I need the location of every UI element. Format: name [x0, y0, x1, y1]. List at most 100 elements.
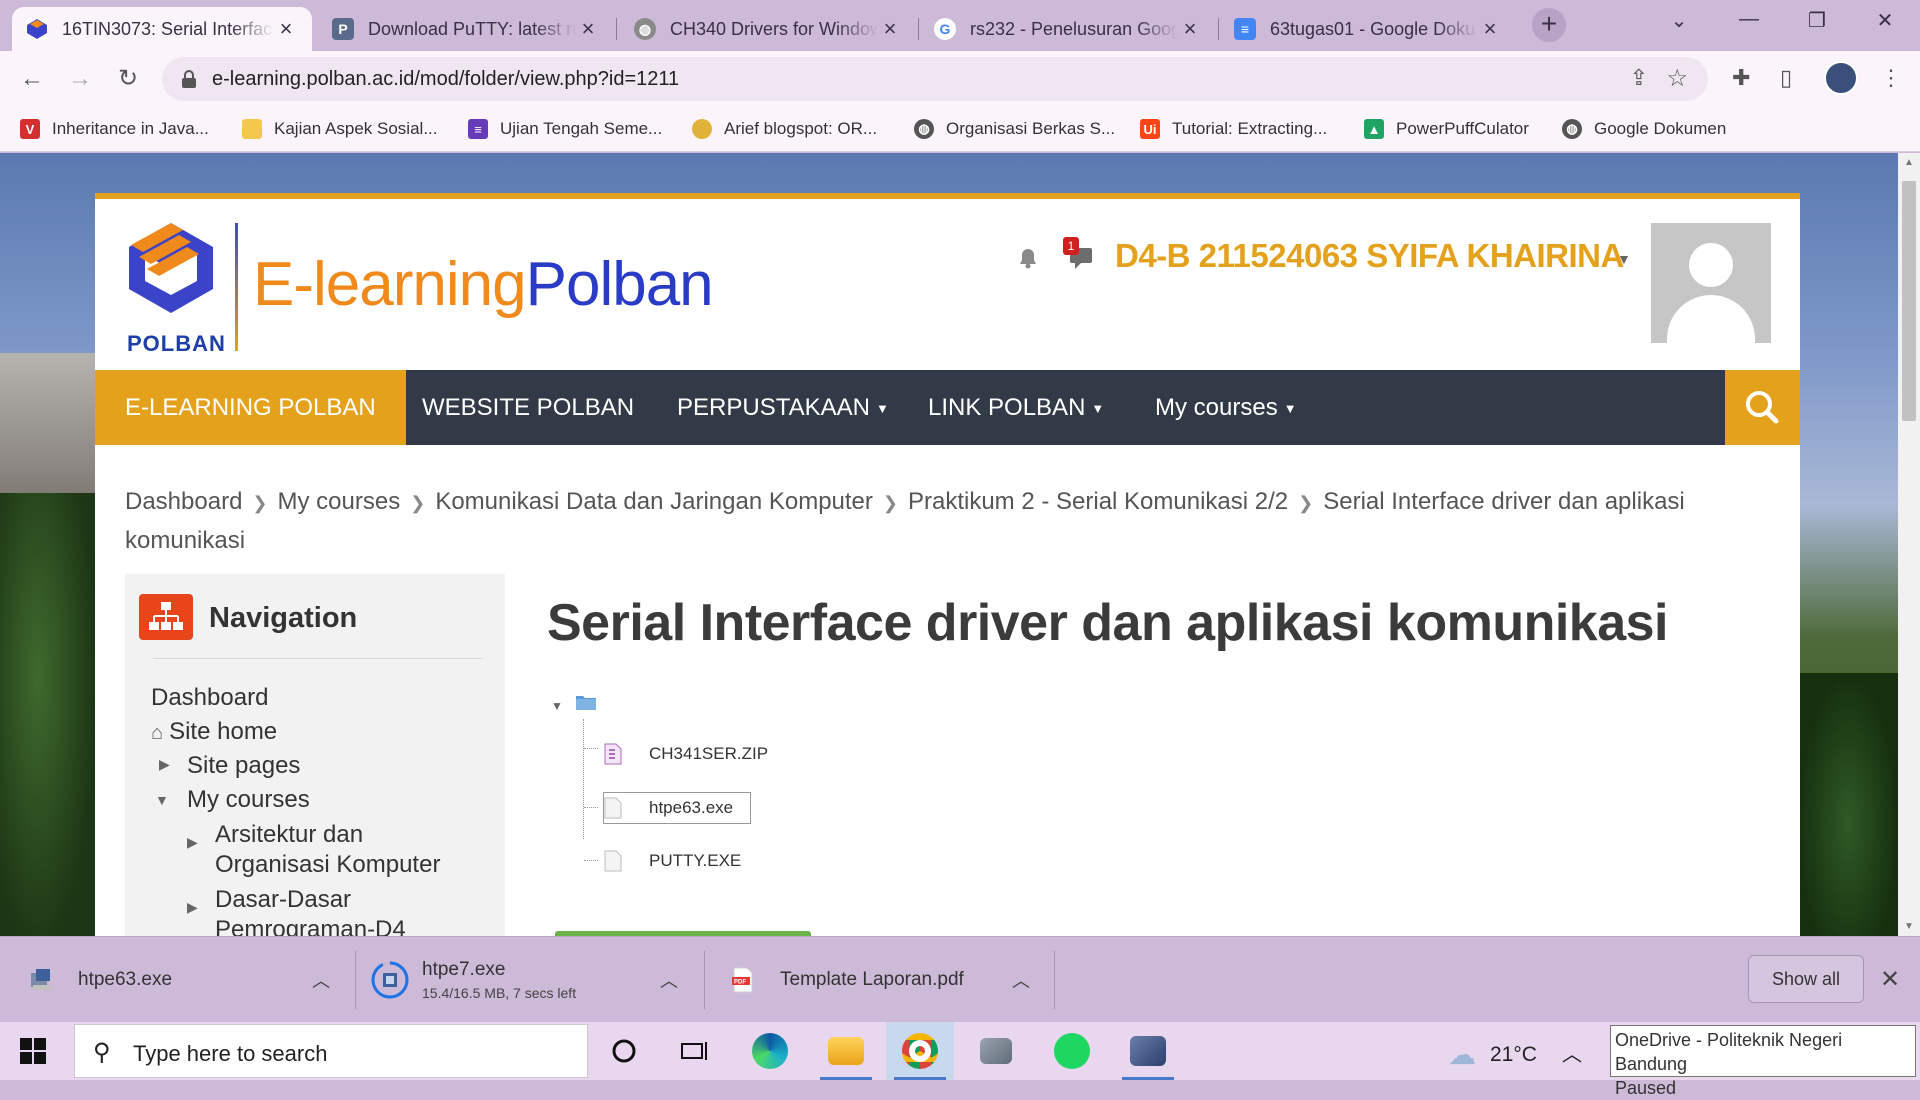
close-tab-icon[interactable]: ×: [576, 16, 600, 42]
nav-website-polban[interactable]: WEBSITE POLBAN: [422, 370, 634, 445]
logo-polban-text: POLBAN: [127, 331, 226, 356]
tab-title: Download PuTTY: latest re: [368, 18, 576, 39]
user-menu[interactable]: D4-B 211524063 SYIFA KHAIRINA: [1115, 237, 1624, 275]
tab-elearning[interactable]: 16TIN3073: Serial Interface ×: [12, 7, 312, 51]
nav-item-label: Arsitektur dan: [215, 821, 364, 848]
back-icon[interactable]: ←: [16, 63, 48, 95]
putty-taskbar-icon[interactable]: [1114, 1022, 1182, 1080]
breadcrumb-item[interactable]: Praktikum 2 - Serial Komunikasi 2/2: [908, 488, 1288, 515]
breadcrumb-item[interactable]: Komunikasi Data dan Jaringan Komputer: [435, 488, 873, 515]
download-item[interactable]: PDF Template Laporan.pdf ︿: [730, 937, 1050, 1023]
tab-google-search[interactable]: G rs232 - Penelusuran Goog ×: [920, 7, 1216, 51]
forward-icon[interactable]: →: [64, 63, 96, 95]
tab-title: rs232 - Penelusuran Goog: [970, 18, 1178, 39]
close-tab-icon[interactable]: ×: [1178, 16, 1202, 42]
bookmark-item[interactable]: ◍ Google Dokumen: [1562, 116, 1726, 142]
weather-widget[interactable]: ☁ 21°C: [1448, 1038, 1537, 1071]
download-item[interactable]: htpe7.exe 15.4/16.5 MB, 7 secs left ︿: [370, 937, 690, 1023]
cloud-icon: ☁: [1448, 1039, 1476, 1070]
tab-search-icon[interactable]: ⌄: [1662, 8, 1696, 38]
bookmark-item[interactable]: ▲ PowerPuffCulator: [1364, 116, 1529, 142]
bookmark-item[interactable]: ◍ Organisasi Berkas S...: [914, 116, 1115, 142]
close-tab-icon[interactable]: ×: [1478, 16, 1502, 42]
chevron-up-icon[interactable]: ︿: [660, 967, 678, 993]
minimize-icon[interactable]: —: [1732, 8, 1766, 38]
share-icon[interactable]: ⇪: [1630, 65, 1648, 91]
profile-avatar[interactable]: [1824, 61, 1858, 95]
chevron-up-icon[interactable]: ︿: [312, 967, 330, 993]
breadcrumb-item[interactable]: Dashboard: [125, 488, 242, 515]
file-item[interactable]: PUTTY.EXE: [603, 846, 741, 876]
bookmark-item[interactable]: ≡ Ujian Tengah Seme...: [468, 116, 662, 142]
bookmark-item[interactable]: Ui Tutorial: Extracting...: [1140, 116, 1327, 142]
reload-icon[interactable]: ↻: [112, 63, 144, 95]
caret-down-icon[interactable]: ▼: [155, 792, 169, 808]
device-manager-icon[interactable]: [962, 1022, 1030, 1080]
windows-start-icon[interactable]: [20, 1038, 46, 1064]
caret-right-icon[interactable]: ▶: [187, 899, 198, 916]
search-button[interactable]: [1725, 370, 1800, 445]
caret-down-icon[interactable]: ▼: [551, 699, 563, 713]
show-all-button[interactable]: Show all: [1748, 955, 1864, 1003]
caret-right-icon[interactable]: ▶: [159, 756, 170, 773]
putty-icon: P: [332, 18, 354, 40]
bookmark-star-icon[interactable]: ☆: [1666, 64, 1688, 93]
menu-icon[interactable]: ⋮: [1880, 65, 1902, 91]
chevron-right-icon: ❯: [882, 493, 898, 513]
nav-item-site-pages[interactable]: Site pages: [187, 752, 300, 780]
bookmark-item[interactable]: Arief blogspot: OR...: [692, 116, 877, 142]
close-tab-icon[interactable]: ×: [878, 16, 902, 42]
user-avatar[interactable]: [1651, 223, 1771, 343]
chrome-icon[interactable]: [886, 1022, 954, 1080]
close-window-icon[interactable]: ✕: [1868, 8, 1902, 38]
tab-google-docs[interactable]: ≡ 63tugas01 - Google Doku ×: [1220, 7, 1516, 51]
scrollbar-thumb[interactable]: [1902, 181, 1916, 421]
taskbar-search[interactable]: ⚲ Type here to search: [74, 1024, 588, 1078]
nav-perpustakaan[interactable]: PERPUSTAKAAN ▼: [677, 370, 889, 445]
close-icon[interactable]: ✕: [1880, 965, 1900, 994]
zip-file-icon: [604, 743, 622, 765]
browser-toolbar: ← → ↻ e-learning.polban.ac.id/mod/folder…: [0, 51, 1920, 107]
spotify-icon[interactable]: [1038, 1022, 1106, 1080]
chevron-up-icon[interactable]: ︿: [1562, 1038, 1582, 1067]
file-item[interactable]: CH341SER.ZIP: [603, 739, 768, 769]
tooltip-line: OneDrive - Politeknik Negeri Bandung: [1615, 1030, 1843, 1074]
bookmark-item[interactable]: V Inheritance in Java...: [20, 116, 209, 142]
nav-item-course-arsitektur[interactable]: Arsitektur dan Organisasi Komputer: [215, 820, 440, 880]
side-panel-icon[interactable]: ▯: [1780, 65, 1792, 91]
address-bar[interactable]: e-learning.polban.ac.id/mod/folder/view.…: [162, 57, 1708, 101]
cortana-icon[interactable]: [590, 1022, 658, 1080]
bookmark-label: Ujian Tengah Seme...: [500, 119, 663, 138]
file-item[interactable]: htpe63.exe: [603, 793, 733, 823]
nav-my-courses[interactable]: My courses ▼: [1155, 370, 1297, 445]
chevron-up-icon[interactable]: ︿: [1012, 967, 1030, 993]
restore-icon[interactable]: ❐: [1800, 8, 1834, 38]
bookmark-item[interactable]: Kajian Aspek Sosial...: [242, 116, 437, 142]
extensions-icon[interactable]: ✚: [1732, 65, 1750, 91]
breadcrumb-item[interactable]: My courses: [278, 488, 401, 515]
nav-item-dashboard[interactable]: Dashboard: [151, 684, 268, 712]
tab-ch340[interactable]: ◍ CH340 Drivers for Window ×: [620, 7, 916, 51]
edge-icon[interactable]: [736, 1022, 804, 1080]
scroll-up-icon[interactable]: ▲: [1898, 157, 1920, 168]
site-logo-text[interactable]: E-learningPolban: [253, 249, 714, 320]
new-tab-button[interactable]: +: [1532, 8, 1566, 42]
close-tab-icon[interactable]: ×: [274, 16, 298, 42]
caret-right-icon[interactable]: ▶: [187, 834, 198, 851]
tab-putty[interactable]: P Download PuTTY: latest re ×: [318, 7, 614, 51]
nav-item-site-home[interactable]: ⌂ Site home: [151, 718, 277, 746]
download-item[interactable]: htpe63.exe ︿: [28, 937, 338, 1023]
page-scrollbar[interactable]: ▲ ▼: [1898, 153, 1920, 936]
nav-elearning-polban[interactable]: E-LEARNING POLBAN: [95, 370, 406, 445]
caret-down-icon: ▼: [1283, 401, 1297, 417]
chevron-down-icon[interactable]: ▼: [1617, 251, 1631, 267]
task-view-icon[interactable]: [660, 1022, 728, 1080]
tab-divider: [918, 18, 919, 40]
file-explorer-icon[interactable]: [812, 1022, 880, 1080]
nav-link-polban[interactable]: LINK POLBAN ▼: [928, 370, 1104, 445]
scroll-down-icon[interactable]: ▼: [1898, 921, 1920, 932]
folder-icon[interactable]: [575, 693, 597, 711]
nav-item-my-courses[interactable]: My courses: [187, 786, 310, 814]
notification-bell-icon[interactable]: [1015, 245, 1041, 271]
polban-icon: [26, 18, 48, 40]
